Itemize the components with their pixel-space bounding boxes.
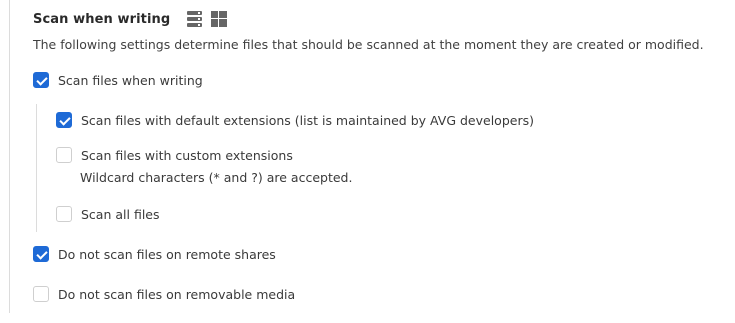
scan-files-when-writing-label[interactable]: Scan files when writing — [58, 73, 203, 88]
option-remote-shares[interactable]: Do not scan files on remote shares — [33, 245, 276, 263]
server-icon — [187, 11, 203, 27]
custom-extensions-label[interactable]: Scan files with custom extensions — [81, 148, 293, 163]
option-scan-files-when-writing[interactable]: Scan files when writing — [33, 71, 203, 89]
scan-files-when-writing-checkbox[interactable] — [33, 72, 49, 88]
section-divider — [9, 0, 10, 313]
sub-options-divider — [36, 104, 37, 232]
windows-icon — [211, 11, 228, 27]
all-files-checkbox[interactable] — [56, 206, 72, 222]
section-title: Scan when writing — [33, 11, 171, 27]
section-header: Scan when writing — [33, 9, 228, 29]
remote-shares-label[interactable]: Do not scan files on remote shares — [58, 247, 276, 262]
section-description: The following settings determine files t… — [33, 37, 704, 52]
default-extensions-label[interactable]: Scan files with default extensions (list… — [81, 113, 534, 128]
option-default-extensions[interactable]: Scan files with default extensions (list… — [56, 111, 534, 129]
scan-when-writing-panel: Scan when writing The following settings… — [0, 0, 735, 323]
remote-shares-checkbox[interactable] — [33, 246, 49, 262]
custom-extensions-note: Wildcard characters (* and ?) are accept… — [80, 170, 353, 185]
removable-media-label[interactable]: Do not scan files on removable media — [58, 287, 295, 302]
option-custom-extensions[interactable]: Scan files with custom extensions — [56, 146, 293, 164]
custom-extensions-checkbox[interactable] — [56, 147, 72, 163]
removable-media-checkbox[interactable] — [33, 286, 49, 302]
option-removable-media[interactable]: Do not scan files on removable media — [33, 285, 295, 303]
all-files-label[interactable]: Scan all files — [81, 207, 160, 222]
default-extensions-checkbox[interactable] — [56, 112, 72, 128]
option-all-files[interactable]: Scan all files — [56, 205, 160, 223]
